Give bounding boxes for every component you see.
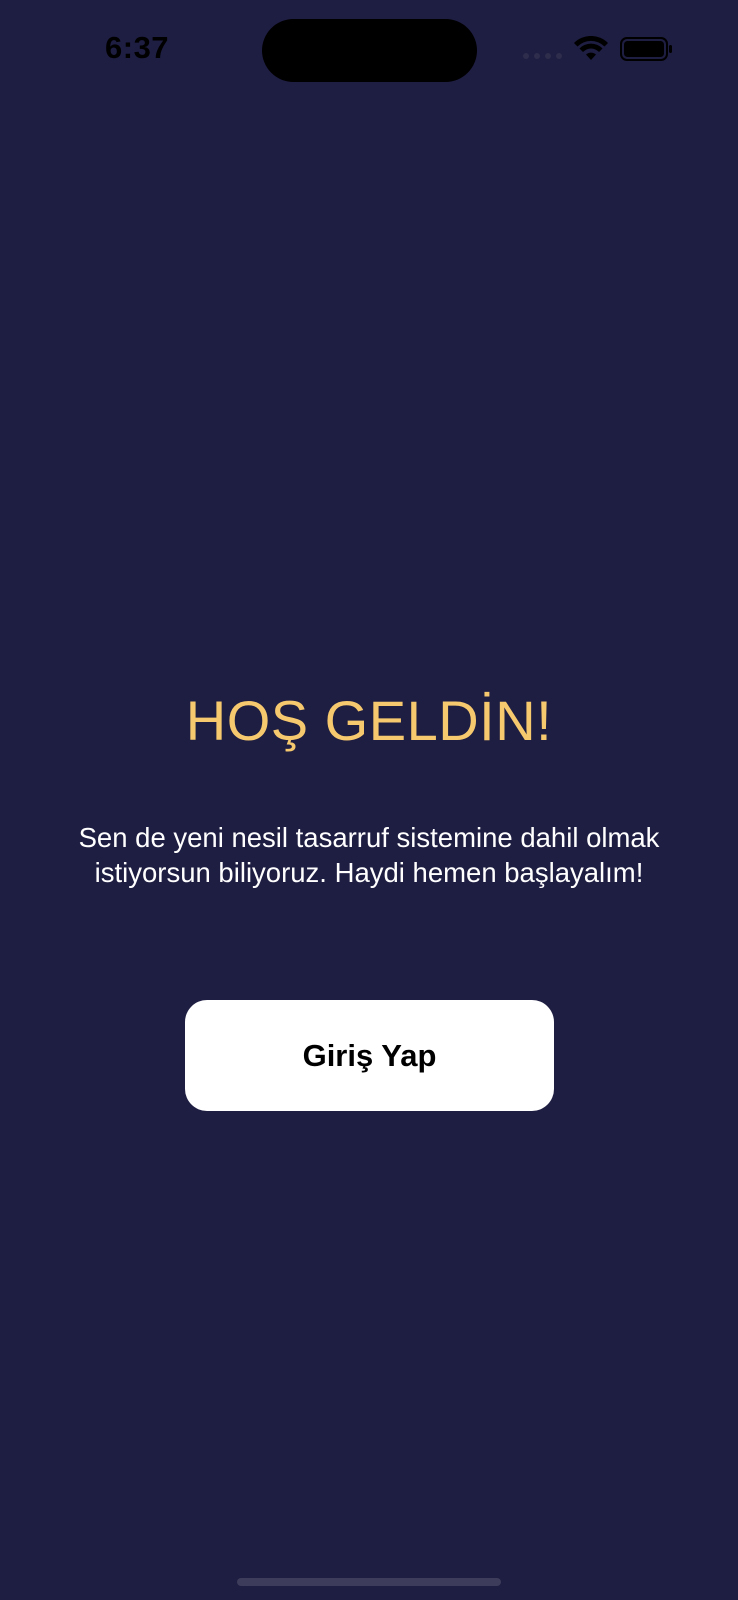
- login-button[interactable]: Giriş Yap: [185, 1000, 554, 1111]
- signal-dots-icon: [523, 53, 563, 61]
- home-indicator[interactable]: [237, 1578, 501, 1586]
- dynamic-island: [262, 19, 477, 82]
- welcome-title: HOŞ GELDİN!: [185, 689, 553, 752]
- welcome-screen: 6:37 HOŞ GELDİN! Sen de yeni nesil tasar…: [0, 0, 738, 1600]
- subtitle-line-1: Sen de yeni nesil tasarruf sistemine dah…: [78, 822, 660, 853]
- battery-icon: [620, 37, 672, 61]
- subtitle-line-2: istiyorsun biliyoruz. Haydi hemen başlay…: [94, 857, 644, 888]
- welcome-subtitle: Sen de yeni nesil tasarruf sistemine dah…: [40, 820, 698, 890]
- wifi-icon: [574, 36, 608, 60]
- status-time: 6:37: [105, 30, 170, 65]
